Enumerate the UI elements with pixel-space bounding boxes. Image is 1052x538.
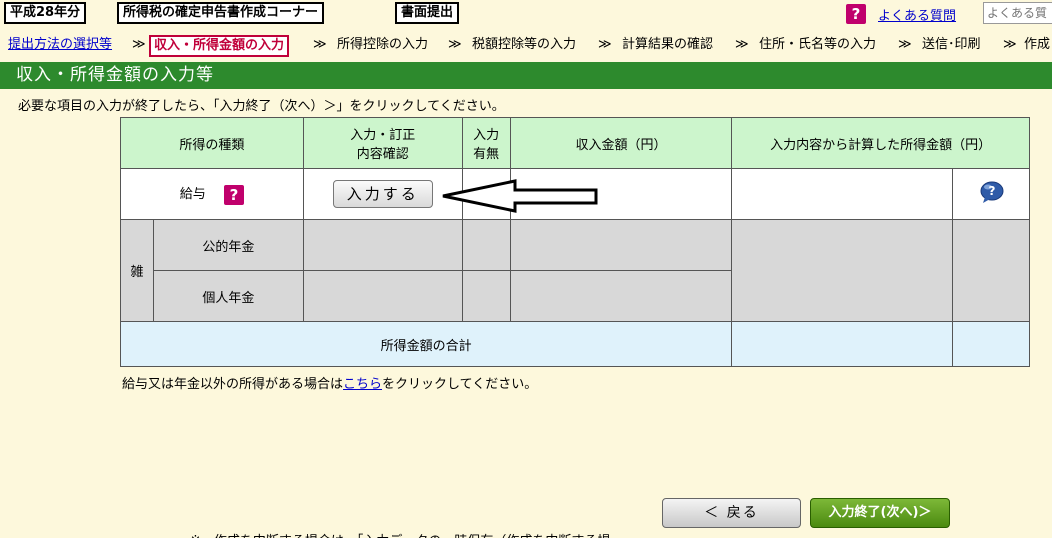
total-help-cell [952, 321, 1030, 367]
section-title: 収入・所得金額の入力等 [0, 62, 1052, 89]
step-deductions: 所得控除の入力 [337, 37, 429, 52]
year-tag: 平成28年分 [4, 2, 87, 24]
question-icon[interactable]: ? [846, 4, 866, 24]
back-button[interactable]: ＜ 戻る [662, 498, 801, 528]
other-income-note: 給与又は年金以外の所得がある場合はこちらをクリックしてください。 [122, 373, 537, 392]
step-separator: ≫ [132, 37, 146, 52]
step-submission-method[interactable]: 提出方法の選択等 [8, 34, 112, 56]
salary-input-button[interactable]: 入力する [332, 180, 433, 208]
misc-help-cell [952, 219, 1030, 322]
header-income-type: 所得の種類 [120, 117, 304, 169]
private-pension-label: 個人年金 [152, 270, 304, 322]
total-label: 所得金額の合計 [119, 321, 733, 367]
step-separator: ≫ [448, 37, 462, 52]
salary-input-cell: 入力する [302, 168, 463, 220]
save-note: ※ 作成を中断する場合は、「入力データの一時保存（作成を中断する場 [190, 530, 610, 538]
public-pension-exists [461, 219, 511, 271]
salary-help-icon[interactable]: ? [223, 184, 244, 205]
search-input[interactable] [983, 2, 1052, 24]
mode-tag: 書面提出 [395, 2, 460, 24]
step-separator: ≫ [735, 37, 749, 52]
public-pension-input [302, 219, 463, 271]
salary-row-label: 給与 ? [120, 168, 304, 220]
header-input-exists-line2: 有無 [473, 147, 500, 162]
income-table: 所得の種類 入力・訂正 内容確認 入力 有無 収入金額（円） 入力内容から計算し… [119, 117, 1030, 367]
step-create: 作成 [1024, 37, 1051, 52]
header-input-exists: 入力 有無 [461, 117, 511, 169]
note-text-before: 給与又は年金以外の所得がある場合は [122, 377, 344, 392]
step-send-print: 送信･印刷 [922, 37, 981, 52]
instruction-text: 必要な項目の入力が終了したら、「入力終了（次へ）＞」をクリックしてください。 [18, 99, 505, 114]
note-text-after: をクリックしてください。 [382, 377, 538, 392]
step-separator: ≫ [313, 37, 327, 52]
salary-label: 給与 [179, 187, 206, 203]
top-bar: 平成28年分 所得税の確定申告書作成コーナー 書面提出 ? よくある質問 [0, 0, 1052, 28]
misc-label: 雑 [120, 219, 154, 322]
step-calculation: 計算結果の確認 [622, 37, 714, 52]
step-address: 住所・氏名等の入力 [759, 37, 877, 52]
total-amount [731, 321, 954, 367]
header-revenue: 収入金額（円） [509, 117, 733, 169]
step-income-entry: 収入・所得金額の入力 [149, 35, 290, 57]
step-separator: ≫ [898, 37, 912, 52]
step-separator: ≫ [1003, 37, 1017, 52]
public-pension-revenue [509, 219, 733, 271]
misc-computed [731, 219, 954, 322]
header-input-exists-line1: 入力 [473, 128, 500, 143]
corner-title: 所得税の確定申告書作成コーナー [117, 2, 325, 24]
header-input-confirm-line1: 入力・訂正 [350, 128, 416, 143]
next-button[interactable]: 入力終了(次へ)＞ [810, 498, 950, 528]
step-navigation: 提出方法の選択等 ≫ 収入・所得金額の入力 ≫ 所得控除の入力 ≫ 税額控除等の… [0, 34, 1052, 57]
header-input-confirm-line2: 内容確認 [356, 147, 409, 162]
private-pension-revenue [509, 270, 733, 322]
private-pension-input [302, 270, 463, 322]
salary-computed [731, 168, 954, 220]
header-input-confirm: 入力・訂正 内容確認 [302, 117, 463, 169]
header-computed-income: 入力内容から計算した所得金額（円） [731, 117, 1030, 169]
step-tax-credits: 税額控除等の入力 [472, 37, 577, 52]
svg-text:?: ? [989, 184, 996, 198]
annotation-arrow-icon [442, 179, 598, 213]
step-separator: ≫ [598, 37, 612, 52]
faq-link[interactable]: よくある質問 [878, 5, 956, 24]
other-income-link[interactable]: こちら [343, 377, 382, 392]
speech-bubble-help-icon[interactable]: ? [979, 180, 1004, 203]
salary-help-cell: ? [952, 168, 1030, 220]
private-pension-exists [461, 270, 511, 322]
public-pension-label: 公的年金 [152, 219, 304, 271]
